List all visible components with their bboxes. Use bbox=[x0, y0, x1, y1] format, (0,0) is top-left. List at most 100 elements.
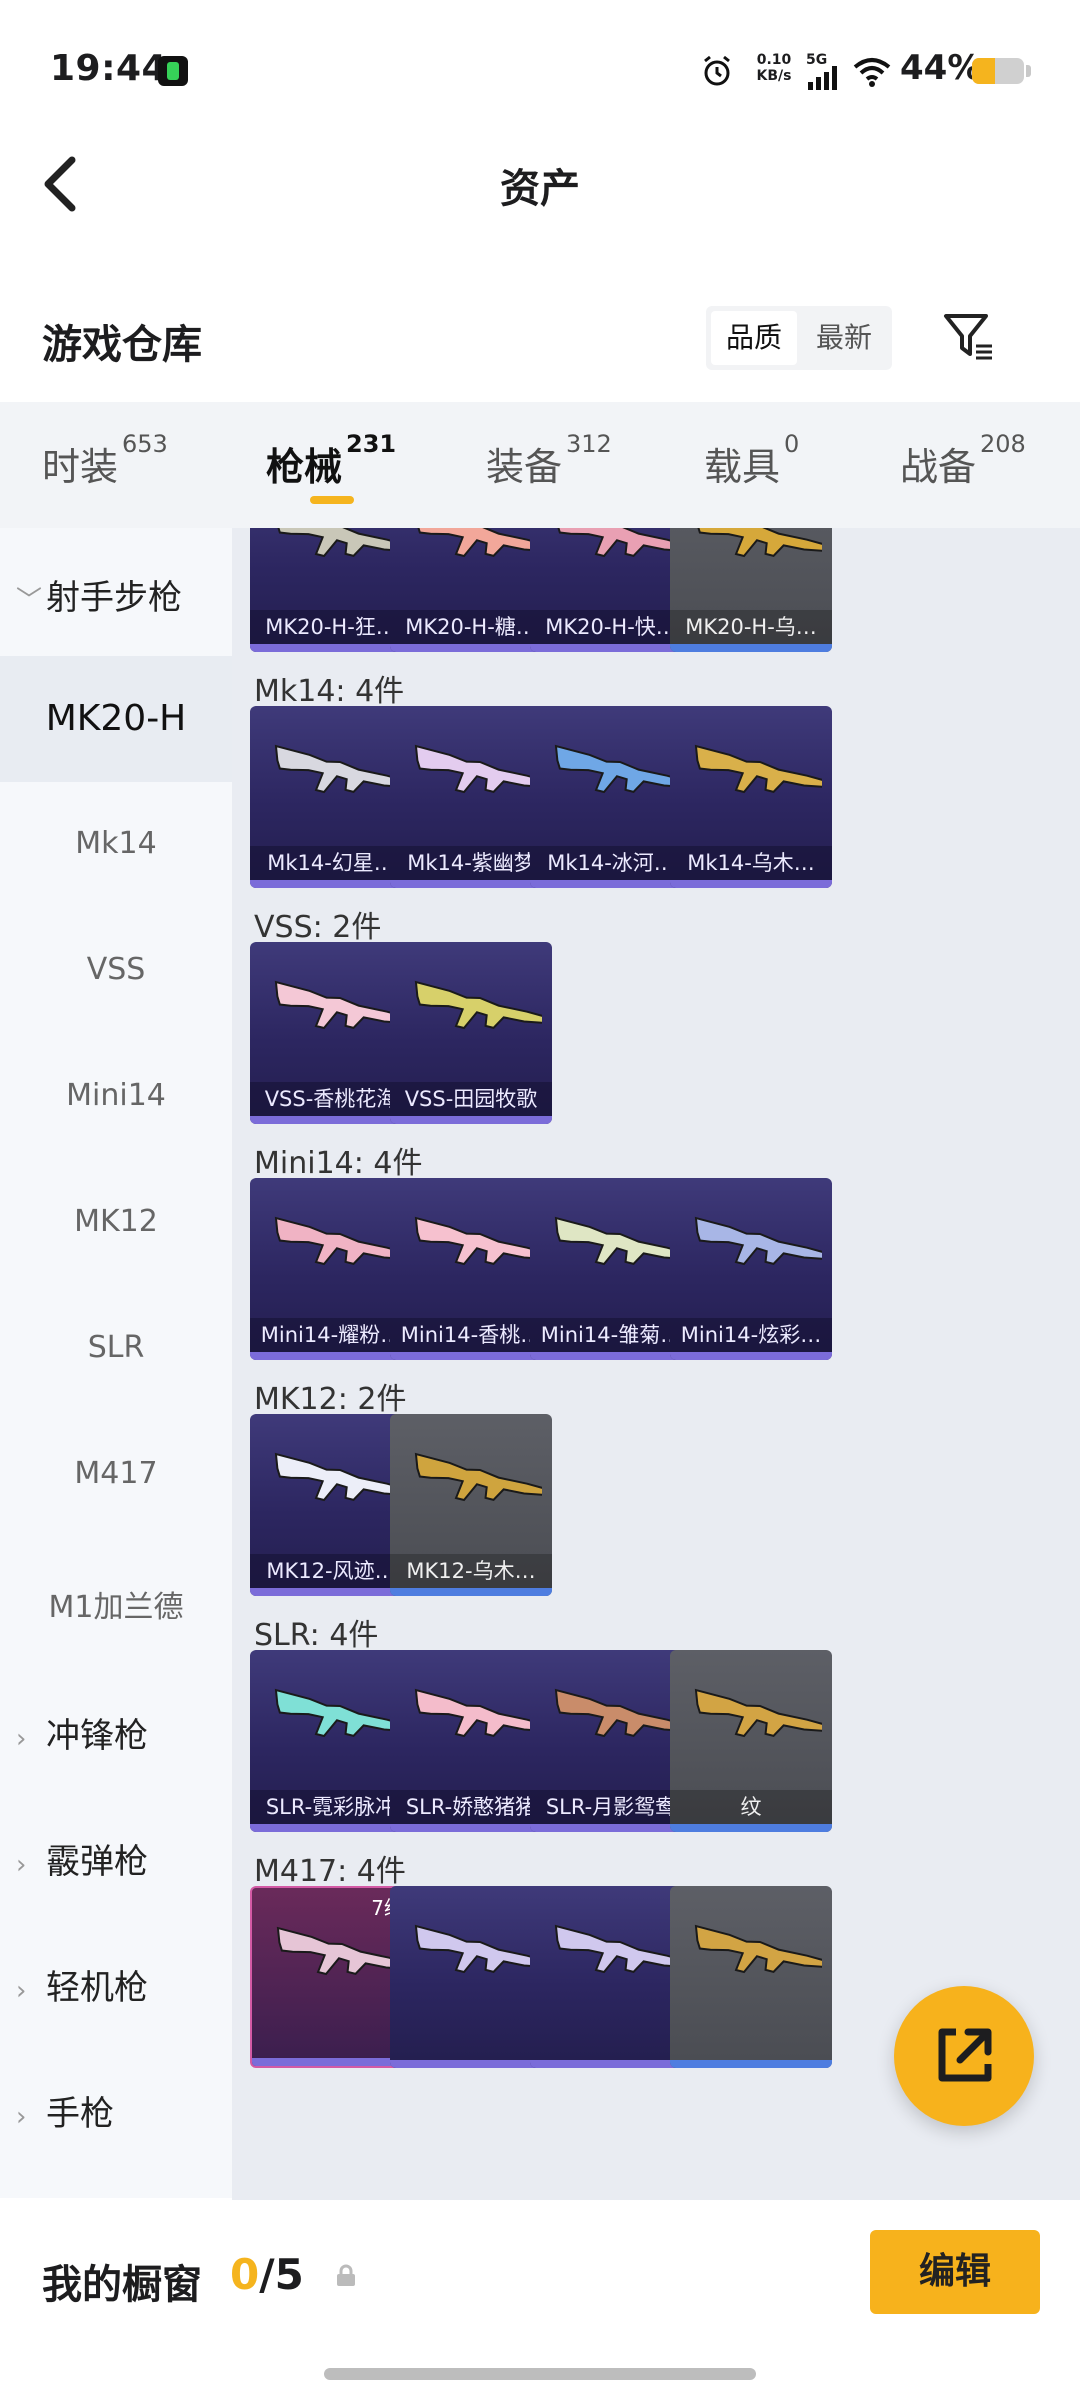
rarity-bar bbox=[390, 1588, 552, 1596]
rarity-bar bbox=[390, 1824, 552, 1832]
weapon-skin-name: VSS-香桃花海 bbox=[250, 1082, 412, 1116]
weapon-skin-name: SLR-娇憨猪猪 bbox=[390, 1790, 552, 1824]
weapon-skin-name: MK20-H-狂… bbox=[250, 610, 412, 644]
weapon-skin-name: MK20-H-乌… bbox=[670, 610, 832, 644]
battery-icon bbox=[972, 58, 1024, 84]
sidebar-group-pistol[interactable]: › 手枪 bbox=[0, 2086, 232, 2135]
category-tabs: 时装653 枪械231 装备312 载具0 战备208 bbox=[0, 402, 1080, 528]
tab-firearms[interactable]: 枪械231 bbox=[266, 430, 396, 491]
weapon-skin-name: MK20-H-快… bbox=[530, 610, 692, 644]
gun-image-icon bbox=[554, 1924, 682, 1974]
chevron-right-icon: › bbox=[16, 1976, 27, 2006]
sidebar-group-smg[interactable]: › 冲锋枪 bbox=[0, 1708, 232, 1757]
weapon-skin-card[interactable] bbox=[530, 1886, 692, 2068]
weapon-skin-card[interactable]: Mini14-雏菊… bbox=[530, 1178, 692, 1360]
active-tab-indicator bbox=[310, 496, 354, 504]
weapon-skin-card[interactable]: MK20-H-糖… bbox=[390, 528, 552, 652]
gun-image-icon bbox=[554, 744, 682, 794]
weapon-skin-name: Mini14-耀粉… bbox=[250, 1318, 412, 1352]
app-notification-icon bbox=[158, 56, 188, 86]
tab-supplies[interactable]: 战备208 bbox=[900, 430, 1026, 491]
weapon-skin-name: Mk14-乌木… bbox=[670, 846, 832, 880]
showcase-title: 我的橱窗 bbox=[42, 2262, 202, 2308]
gun-image-icon bbox=[694, 1688, 822, 1738]
weapon-skin-name: Mini14-炫彩… bbox=[670, 1318, 832, 1352]
weapon-sidebar: ﹀ 射手步枪 MK20-H Mk14 VSS Mini14 MK12 SLR M4… bbox=[0, 528, 232, 2198]
tab-equipment[interactable]: 装备312 bbox=[486, 430, 612, 491]
weapon-skin-card[interactable]: Mk14-幻星… bbox=[250, 706, 412, 888]
rarity-bar bbox=[250, 1352, 412, 1360]
weapon-skin-card[interactable]: SLR-娇憨猪猪 bbox=[390, 1650, 552, 1832]
weapon-skin-card[interactable]: 纹 bbox=[670, 1650, 832, 1832]
gun-image-icon bbox=[554, 1216, 682, 1266]
weapon-skin-card[interactable]: SLR-霓彩脉冲 bbox=[250, 1650, 412, 1832]
gun-image-icon bbox=[414, 1216, 542, 1266]
rarity-bar bbox=[670, 880, 832, 888]
rarity-bar bbox=[250, 1824, 412, 1832]
section-title: VSS: 2件 bbox=[254, 910, 382, 945]
weapon-skin-name: Mini14-雏菊… bbox=[530, 1318, 692, 1352]
rarity-bar bbox=[670, 644, 832, 652]
weapon-skin-card[interactable]: MK20-H-乌… bbox=[670, 528, 832, 652]
chevron-right-icon: › bbox=[16, 2102, 27, 2132]
sort-quality-button[interactable]: 品质 bbox=[711, 311, 797, 365]
gun-image-icon bbox=[274, 1688, 402, 1738]
weapon-skin-card[interactable]: Mini14-香桃… bbox=[390, 1178, 552, 1360]
weapon-skin-card[interactable]: Mk14-冰河… bbox=[530, 706, 692, 888]
gun-image-icon bbox=[414, 1688, 542, 1738]
chevron-right-icon: › bbox=[16, 1850, 27, 1880]
weapon-skin-name: Mk14-幻星… bbox=[250, 846, 412, 880]
gun-image-icon bbox=[274, 1216, 402, 1266]
weapon-skin-card[interactable] bbox=[670, 1886, 832, 2068]
weapon-skin-card[interactable] bbox=[390, 1886, 552, 2068]
rarity-bar bbox=[670, 2060, 832, 2068]
sidebar-group-shotgun[interactable]: › 霰弹枪 bbox=[0, 1834, 232, 1883]
sidebar-item-vss[interactable]: VSS bbox=[0, 952, 232, 987]
rarity-bar bbox=[530, 1352, 692, 1360]
weapon-skin-card[interactable]: VSS-香桃花海 bbox=[250, 942, 412, 1124]
edit-button[interactable]: 编辑 bbox=[870, 2230, 1040, 2314]
weapon-skin-card[interactable]: MK12-乌木… bbox=[390, 1414, 552, 1596]
weapon-skin-name: Mk14-紫幽梦 bbox=[390, 846, 552, 880]
section-title: SLR: 4件 bbox=[254, 1618, 379, 1653]
sidebar-item-mk20h[interactable]: MK20-H bbox=[0, 656, 232, 782]
weapon-skin-card[interactable]: MK20-H-狂… bbox=[250, 528, 412, 652]
tab-fashion[interactable]: 时装653 bbox=[42, 430, 168, 491]
sidebar-item-m1garand[interactable]: M1加兰德 bbox=[0, 1582, 232, 1626]
gun-image-icon bbox=[274, 1452, 402, 1502]
sort-latest-button[interactable]: 最新 bbox=[801, 311, 887, 365]
share-fab[interactable] bbox=[894, 1986, 1034, 2126]
weapon-skin-name: SLR-霓彩脉冲 bbox=[250, 1790, 412, 1824]
weapon-skin-card[interactable]: Mini14-耀粉… bbox=[250, 1178, 412, 1360]
sidebar-group-lmg[interactable]: › 轻机枪 bbox=[0, 1960, 232, 2009]
page-title: 资产 bbox=[500, 166, 580, 212]
chevron-right-icon: › bbox=[16, 1724, 27, 1754]
sidebar-item-slr[interactable]: SLR bbox=[0, 1330, 232, 1365]
net-speed: 0.10 KB/s bbox=[756, 52, 792, 84]
weapon-skin-name: MK12-风迹… bbox=[250, 1554, 412, 1588]
gun-image-icon bbox=[414, 1452, 542, 1502]
weapon-skin-name: VSS-田园牧歌 bbox=[390, 1082, 552, 1116]
weapon-skin-card[interactable]: 7级 bbox=[250, 1886, 412, 2068]
sidebar-item-mini14[interactable]: Mini14 bbox=[0, 1078, 232, 1113]
sidebar-item-mk14[interactable]: Mk14 bbox=[0, 826, 232, 861]
sort-toggle: 品质 最新 bbox=[706, 306, 892, 370]
sidebar-item-mk12[interactable]: MK12 bbox=[0, 1204, 232, 1239]
home-indicator[interactable] bbox=[324, 2368, 756, 2380]
weapon-skin-card[interactable]: Mk14-紫幽梦 bbox=[390, 706, 552, 888]
rarity-bar bbox=[250, 1588, 412, 1596]
weapon-skin-card[interactable]: VSS-田园牧歌 bbox=[390, 942, 552, 1124]
weapon-skin-card[interactable]: MK12-风迹… bbox=[250, 1414, 412, 1596]
gun-image-icon bbox=[694, 1924, 822, 1974]
weapon-skin-card[interactable]: SLR-月影鸳鸯 bbox=[530, 1650, 692, 1832]
weapon-skin-card[interactable]: MK20-H-快… bbox=[530, 528, 692, 652]
sidebar-group-marksman[interactable]: ﹀ 射手步枪 bbox=[0, 570, 232, 619]
sidebar-item-m417[interactable]: M417 bbox=[0, 1456, 232, 1491]
weapon-skin-card[interactable]: Mini14-炫彩… bbox=[670, 1178, 832, 1360]
filter-icon[interactable] bbox=[940, 308, 996, 364]
rarity-bar bbox=[530, 2060, 692, 2068]
gun-image-icon bbox=[274, 528, 402, 558]
tab-vehicles[interactable]: 载具0 bbox=[704, 430, 799, 491]
battery-fill bbox=[972, 58, 995, 84]
weapon-skin-card[interactable]: Mk14-乌木… bbox=[670, 706, 832, 888]
